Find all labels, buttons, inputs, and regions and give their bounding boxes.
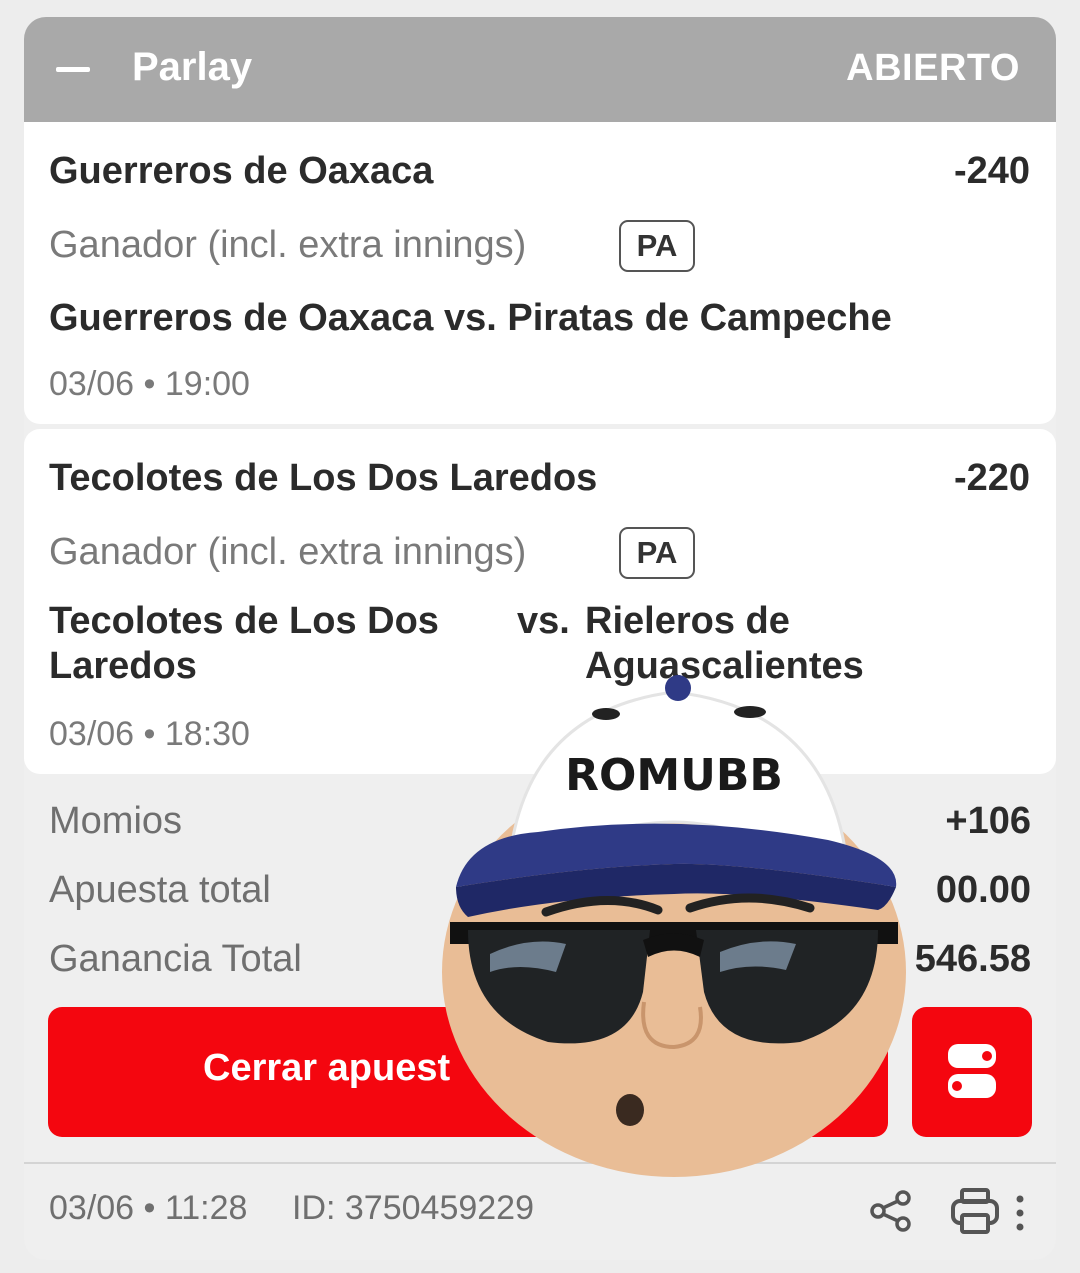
total-win-label: Ganancia Total: [49, 938, 302, 980]
bet-status: ABIERTO: [846, 47, 1020, 89]
total-odds-label: Momios: [49, 800, 183, 842]
more-options-icon[interactable]: [1014, 1193, 1026, 1233]
bet-id: ID: 3750459229: [292, 1189, 534, 1227]
selection-card: Guerreros de Oaxaca -240 Ganador (incl. …: [24, 122, 1056, 424]
total-stake-label: Apuesta total: [49, 869, 271, 911]
bet-placed-datetime: 03/06 • 11:28: [49, 1189, 248, 1227]
selection-datetime: 03/06 • 19:00: [49, 365, 250, 403]
pa-badge: PA: [619, 527, 695, 579]
selection-match: Guerreros de Oaxaca vs. Piratas de Campe…: [49, 297, 892, 339]
cartoon-avatar-sticker: ROMUBB: [442, 675, 906, 1177]
match-home-line: Tecolotes de Los Dos: [49, 600, 439, 642]
selection-market: Ganador (incl. extra innings): [49, 224, 527, 266]
selection-datetime: 03/06 • 18:30: [49, 715, 250, 753]
selection-odds: -240: [953, 150, 1030, 192]
share-icon[interactable]: [869, 1189, 913, 1233]
match-vs: vs.: [517, 600, 570, 642]
selection-team: Tecolotes de Los Dos Laredos: [49, 457, 598, 499]
print-icon[interactable]: [950, 1187, 1000, 1235]
bet-header[interactable]: Parlay ABIERTO: [24, 17, 1056, 122]
total-win-value: 546.58: [914, 938, 1031, 980]
selection-team: Guerreros de Oaxaca: [49, 150, 434, 192]
toggle-icon: [948, 1044, 996, 1098]
bet-type-title: Parlay: [132, 45, 253, 89]
collapse-icon[interactable]: [56, 67, 90, 72]
match-home-line: Laredos: [49, 645, 197, 687]
cashout-label: Cerrar apuest: [203, 1047, 451, 1089]
total-odds-value: +106: [945, 800, 1031, 842]
selection-odds: -220: [953, 457, 1030, 499]
selection-market: Ganador (incl. extra innings): [49, 531, 527, 573]
total-stake-value: 00.00: [935, 869, 1031, 911]
cap-text: ROMUBB: [565, 750, 783, 801]
match-home-team: Tecolotes de Los Dos Laredos: [49, 599, 439, 689]
match-away-line: Rieleros de: [585, 600, 790, 642]
pa-badge: PA: [619, 220, 695, 272]
partial-cashout-button[interactable]: [912, 1007, 1032, 1137]
